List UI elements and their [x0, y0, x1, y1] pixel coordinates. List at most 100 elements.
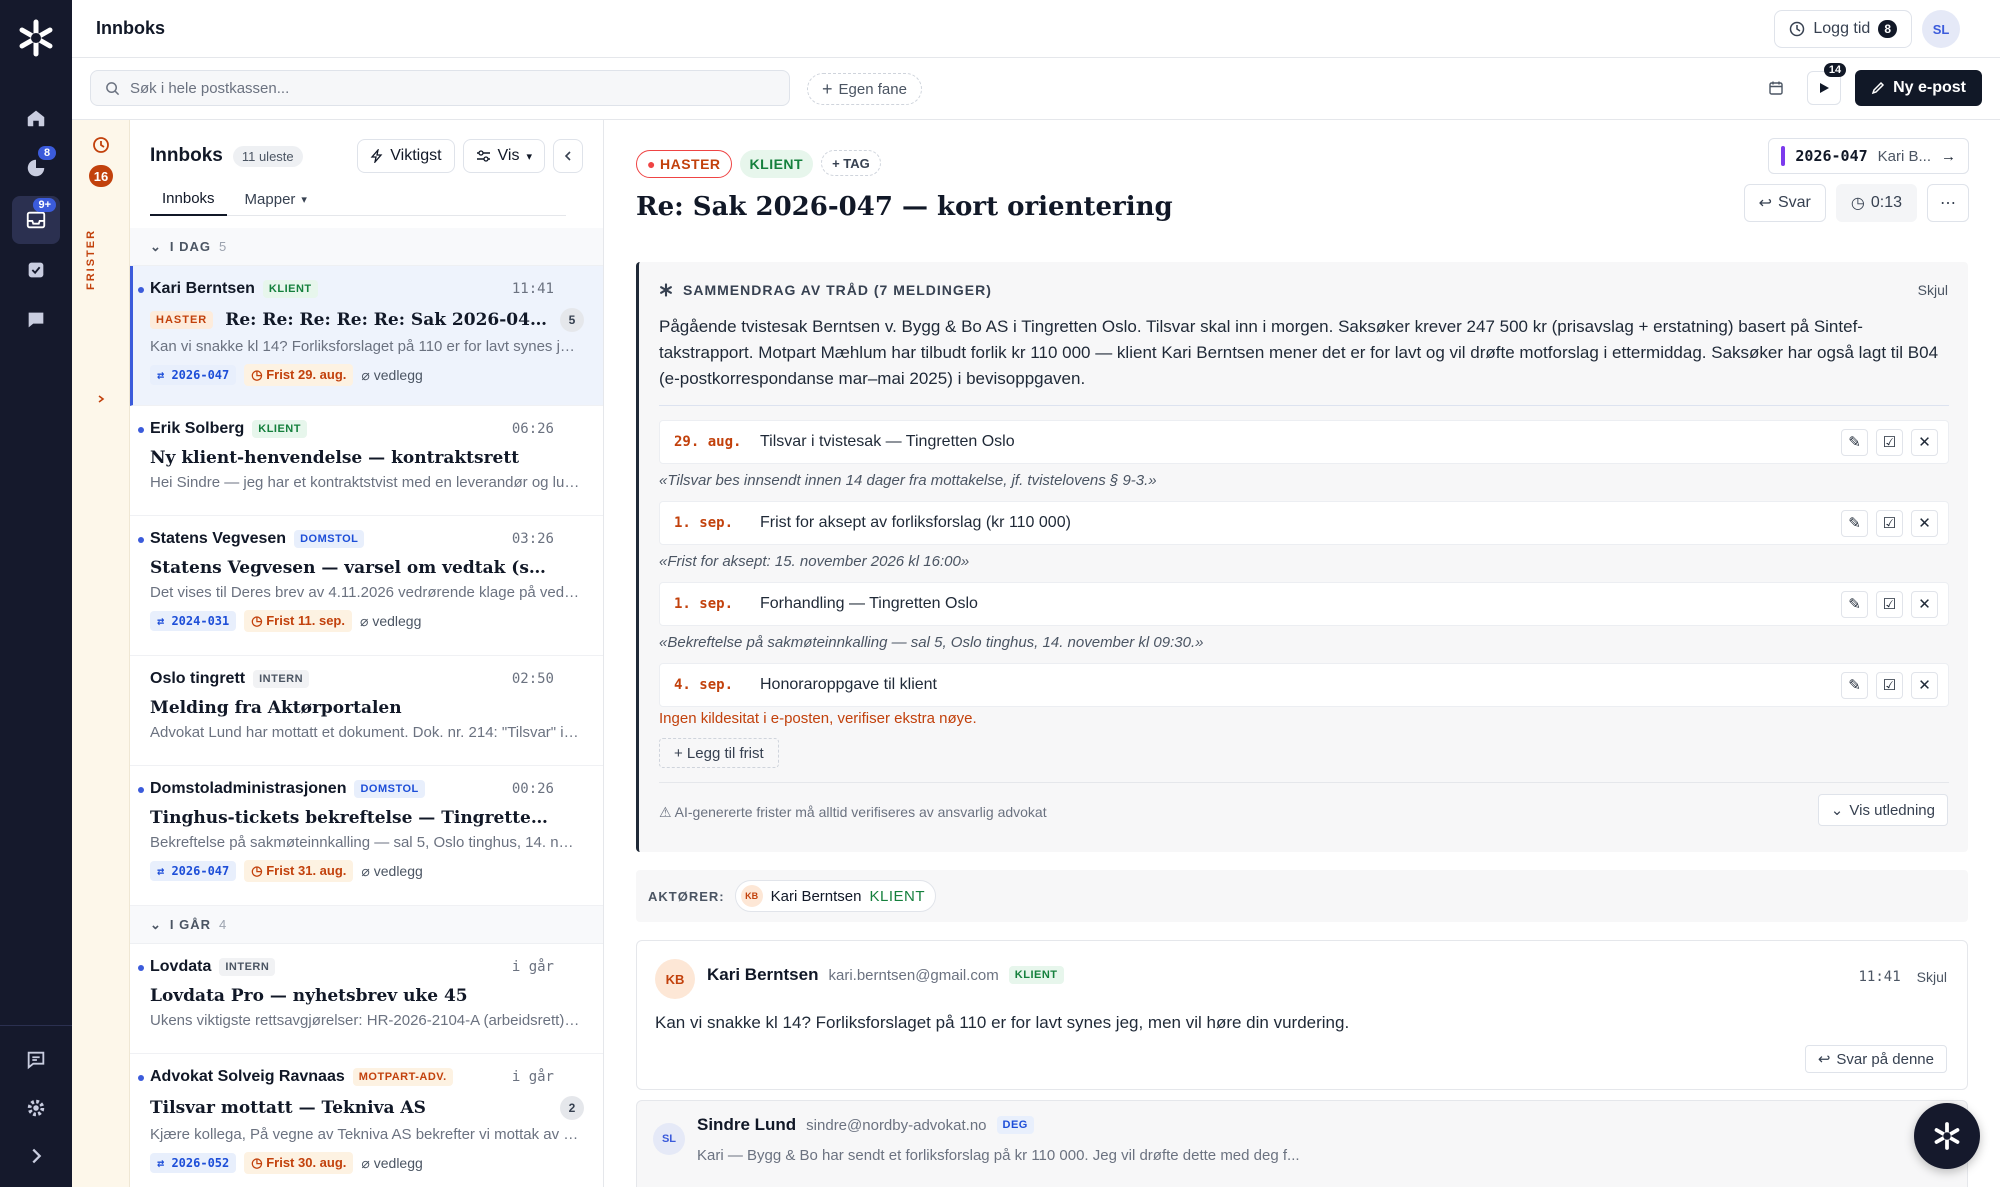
collapse-list-button[interactable] [553, 139, 583, 173]
list-item[interactable]: Statens Vegvesen DOMSTOL 03:26 Statens Veg… [130, 516, 603, 656]
chevron-down-icon: ⌄ [150, 238, 162, 254]
list-item[interactable]: Erik Solberg KLIENT 06:26 Ny klient-henven… [130, 406, 603, 516]
activity-icon[interactable]: 8 [12, 144, 60, 192]
deadline-date: 29. aug. [674, 434, 742, 450]
new-tab-label: Egen fane [838, 80, 907, 98]
subject: Tilsvar mottatt — Tekniva AS [150, 1098, 426, 1118]
inbox-icon[interactable]: 9+ [12, 196, 60, 244]
deadline-text: Frist 30. aug. [266, 1155, 347, 1170]
settings-icon[interactable] [12, 1084, 60, 1132]
close-icon[interactable]: ✕ [1911, 671, 1938, 699]
list-item[interactable]: Domstoladministrasjonen DOMSTOL 00:26 Ting… [130, 766, 603, 906]
show-explanation-button[interactable]: ⌄ Vis utledning [1817, 794, 1948, 826]
preview: Bekreftelse på sakmøteinnkalling — sal 5… [150, 834, 580, 851]
deadline-quote: «Tilsvar bes innsendt innen 14 dager fra… [659, 472, 1157, 489]
preview: Det vises til Deres brev av 4.11.2026 ve… [150, 584, 580, 601]
actor-tag: KLIENT [869, 887, 926, 905]
tab-folders[interactable]: Mapper ▾ [233, 182, 319, 216]
group-header-today[interactable]: ⌄ I DAG 5 [130, 228, 603, 266]
deadline-date: 4. sep. [674, 677, 734, 693]
edit-icon[interactable]: ✎ [1841, 590, 1868, 618]
edit-icon[interactable]: ✎ [1841, 509, 1868, 537]
reply-to-this-button[interactable]: ↩ Svar på denne [1804, 1045, 1947, 1073]
list-item[interactable]: Kari Berntsen KLIENT 11:41 HASTER Re: Re: R… [130, 266, 603, 406]
close-icon[interactable]: ✕ [1911, 509, 1938, 537]
sender-email: kari.berntsen@gmail.com [828, 966, 999, 984]
sender: Lovdata [150, 958, 212, 975]
paperclip-icon: ⌀ [361, 1154, 374, 1171]
feedback-icon[interactable] [12, 1036, 60, 1084]
app-logo[interactable] [16, 18, 56, 58]
log-time-button[interactable]: Logg tid 8 [1774, 10, 1912, 48]
search-input[interactable]: Søk i hele postkassen... [90, 70, 790, 106]
calendar-check-icon[interactable]: ☑ [1876, 671, 1903, 699]
deadline-row: 1. sep. Forhandling — Tingretten Oslo ✎ ☑ ✕ [659, 582, 1949, 626]
list-title: Innboks [150, 145, 223, 166]
clock-icon: ◷ [251, 863, 267, 878]
edit-icon[interactable]: ✎ [1841, 671, 1868, 699]
edit-icon[interactable]: ✎ [1841, 428, 1868, 456]
ai-disclaimer-text: AI-genererte frister må alltid verifiser… [674, 804, 1047, 820]
calendar-check-icon[interactable]: ☑ [1876, 509, 1903, 537]
timer-button[interactable]: ◷ 0:13 [1835, 184, 1917, 222]
play-queue-button[interactable]: 14 [1807, 63, 1847, 105]
message-card[interactable]: SL Sindre Lund sindre@nordby-advokat.no … [636, 1100, 1968, 1187]
sender-tag: MOTPART-ADV. [352, 1068, 453, 1086]
chevron-left-icon [564, 151, 571, 161]
rail-divider [0, 1025, 72, 1026]
case-chip[interactable]: ⇄ 2026-052 [150, 1153, 237, 1173]
tab-inbox[interactable]: Innboks [150, 182, 227, 216]
group-label: I DAG [169, 239, 212, 254]
close-icon[interactable]: ✕ [1911, 428, 1938, 456]
deadline-chip: ◷ Frist 29. aug. [244, 364, 354, 386]
message-title: Re: Sak 2026-047 — kort orientering [636, 192, 1173, 222]
calendar-check-icon[interactable]: ☑ [1876, 428, 1903, 456]
preview: Kjære kollega, På vegne av Tekniva AS be… [150, 1126, 580, 1143]
sender: Domstoladministrasjonen [150, 780, 347, 797]
case-chip[interactable]: ⇄ 2026-047 [150, 861, 237, 881]
actor-chip[interactable]: KB Kari Berntsen KLIENT [734, 880, 937, 912]
add-deadline-button[interactable]: + Legg til frist [659, 738, 779, 768]
hide-summary-link[interactable]: Skjul [1918, 282, 1948, 298]
preview: Ukens viktigste rettsavgjørelser: HR-202… [150, 1012, 580, 1029]
new-tab-button[interactable]: + Egen fane [807, 73, 922, 105]
hide-message-link[interactable]: Skjul [1917, 969, 1947, 985]
list-item[interactable]: Lovdata INTERN i går Lovdata Pro — nyhetsb… [130, 944, 603, 1054]
case-id: 2026-047 [171, 864, 230, 878]
case-id: 2026-052 [171, 1156, 230, 1170]
attachment-chip: ⌀ vedlegg [361, 367, 422, 384]
client-tag[interactable]: KLIENT [739, 150, 814, 178]
close-icon[interactable]: ✕ [1911, 590, 1938, 618]
chevron-right-icon[interactable] [96, 394, 106, 404]
list-item[interactable]: Advokat Solveig Ravnaas MOTPART-ADV. i går… [130, 1054, 603, 1187]
group-header-yesterday[interactable]: ⌄ I GÅR 4 [130, 906, 603, 944]
case-chip[interactable]: ⇄ 2024-031 [150, 611, 237, 631]
top-bar: Innboks Logg tid 8 SL [72, 0, 2000, 58]
view-options-button[interactable]: Vis ▾ [462, 139, 545, 173]
calendar-check-icon[interactable]: ☑ [1876, 590, 1903, 618]
case-chip[interactable]: ⇄ 2026-047 [150, 365, 237, 385]
reply-button[interactable]: ↩ Svar [1743, 184, 1826, 222]
expand-rail-icon[interactable] [12, 1132, 60, 1180]
thread-count: 2 [560, 1096, 584, 1120]
new-email-button[interactable]: Ny e-post [1855, 70, 1982, 106]
user-avatar[interactable]: SL [1922, 10, 1960, 48]
case-link[interactable]: 2026-047 Kari B... → [1768, 138, 1969, 174]
divider [659, 782, 1949, 783]
list-item[interactable]: Oslo tingrett INTERN 02:50 Melding fra Akt… [130, 656, 603, 766]
urgent-tag[interactable]: ● HASTER [636, 150, 732, 178]
time: 11:41 [511, 281, 554, 297]
add-tag-button[interactable]: + TAG [821, 150, 881, 176]
case-id: 2026-047 [171, 368, 230, 382]
calendar-icon[interactable] [1759, 71, 1793, 105]
assistant-button[interactable] [1914, 1103, 1980, 1169]
home-icon[interactable] [12, 94, 60, 142]
tasks-icon[interactable] [12, 246, 60, 294]
deadlines-strip[interactable]: 16 FRISTER [72, 120, 130, 1187]
deadline-quote: «Frist for aksept: 15. november 2026 kl … [659, 553, 970, 570]
time: i går [511, 1069, 554, 1085]
actor-name: Kari Berntsen [770, 887, 862, 905]
chat-icon[interactable] [12, 296, 60, 344]
important-filter-button[interactable]: Viktigst [357, 139, 455, 173]
more-icon[interactable]: ⋯ [1927, 184, 1969, 222]
